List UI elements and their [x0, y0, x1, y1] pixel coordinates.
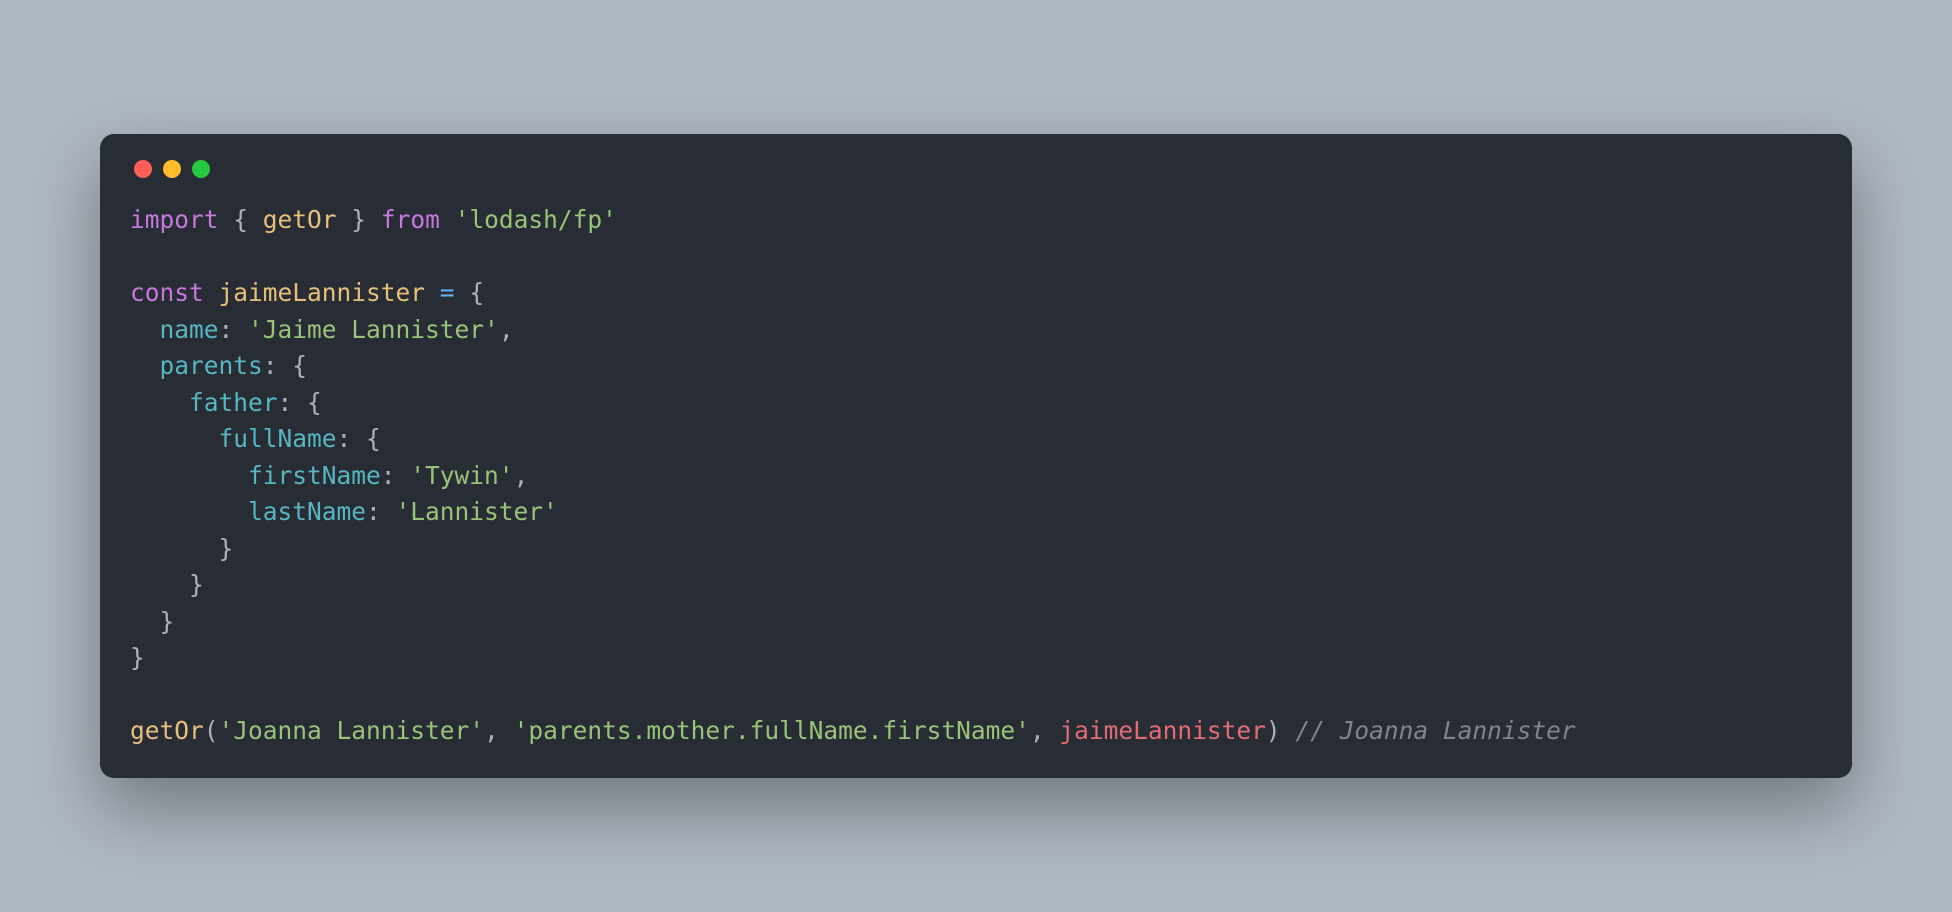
keyword-const: const [130, 278, 204, 307]
var-jaime: jaimeLannister [219, 278, 426, 307]
prop-fullname: fullName [219, 424, 337, 453]
window-controls [130, 156, 1822, 202]
code-window: import { getOr } from 'lodash/fp' const … [100, 134, 1852, 778]
prop-parents: parents [160, 351, 263, 380]
ident-getor: getOr [263, 205, 337, 234]
prop-father: father [189, 388, 278, 417]
code-block: import { getOr } from 'lodash/fp' const … [130, 202, 1822, 750]
maximize-icon[interactable] [192, 160, 210, 178]
minimize-icon[interactable] [163, 160, 181, 178]
keyword-import: import [130, 205, 219, 234]
close-icon[interactable] [134, 160, 152, 178]
comment-result: // Joanna Lannister [1295, 716, 1575, 745]
arg-jaime: jaimeLannister [1059, 716, 1266, 745]
prop-lastname: lastName [248, 497, 366, 526]
call-getor: getOr [130, 716, 204, 745]
prop-name: name [160, 315, 219, 344]
prop-firstname: firstName [248, 461, 381, 490]
keyword-from: from [381, 205, 440, 234]
string-module: 'lodash/fp' [440, 205, 617, 234]
